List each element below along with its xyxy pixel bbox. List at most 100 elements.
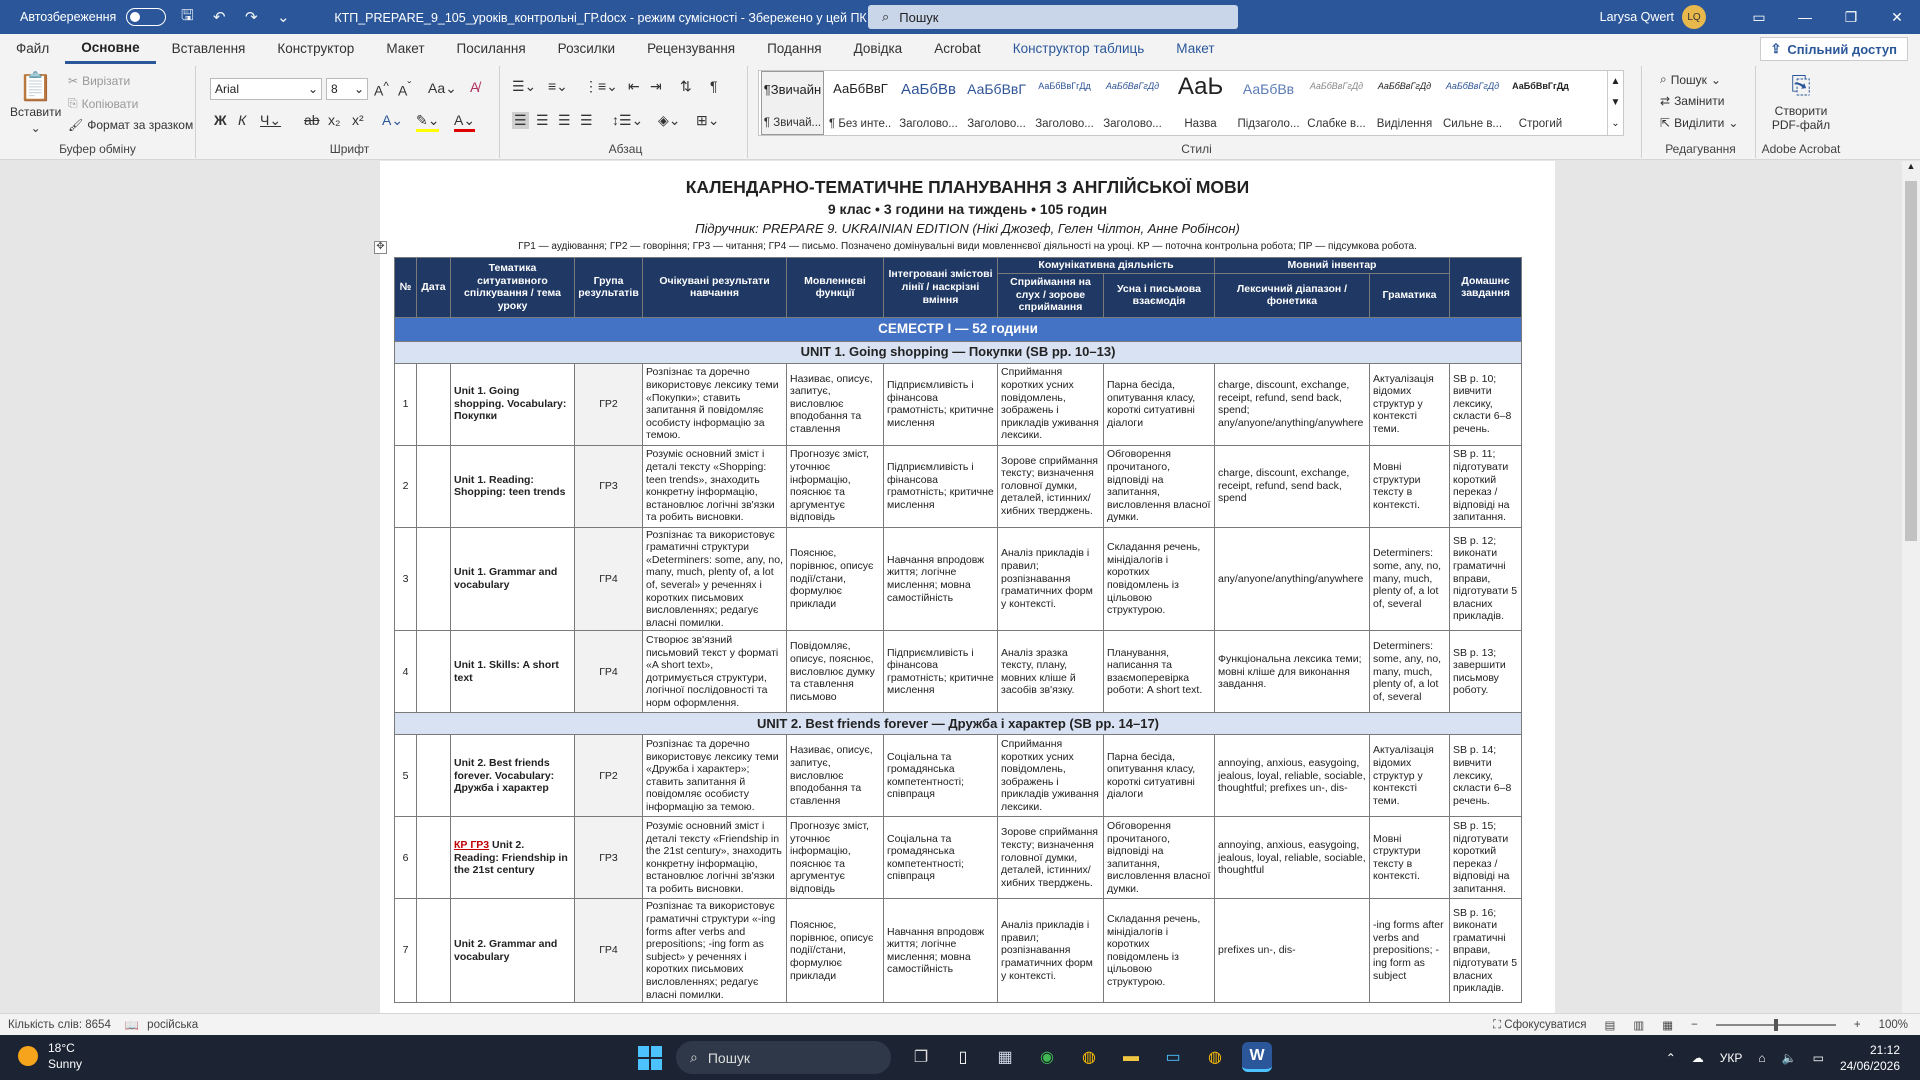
cell-date[interactable] bbox=[416, 362, 451, 446]
cell-outcomes[interactable]: Створює зв'язний письмовий текст у форма… bbox=[642, 630, 787, 714]
tab-layout[interactable]: Макет bbox=[370, 34, 440, 64]
cell-homework[interactable]: SB p. 13; завершити письмову роботу. bbox=[1449, 630, 1522, 714]
cell-date[interactable] bbox=[416, 734, 451, 818]
network-icon[interactable]: ⌂ bbox=[1758, 1051, 1765, 1065]
user-name[interactable]: Larysa Qwert bbox=[1600, 10, 1674, 24]
notepad-icon[interactable]: ▯ bbox=[948, 1042, 978, 1072]
cell-no[interactable]: 1 bbox=[394, 362, 417, 446]
sort-icon[interactable]: ⇅ bbox=[680, 78, 692, 95]
cell-listening[interactable]: Аналіз прикладів і правил; розпізнавання… bbox=[997, 526, 1104, 632]
font-family-select[interactable]: Arial ⌄ bbox=[210, 78, 322, 100]
print-layout-icon[interactable]: ▥ bbox=[1633, 1018, 1644, 1032]
style-emphasis[interactable]: АаБбВвГгДд Виділення bbox=[1373, 71, 1436, 135]
minimize-icon[interactable]: — bbox=[1782, 9, 1828, 25]
maps-icon[interactable]: ◉ bbox=[1032, 1042, 1062, 1072]
create-pdf-button[interactable]: ⎘ Створити PDF-файл bbox=[1766, 72, 1836, 132]
clock[interactable]: 21:12 24/06/2026 bbox=[1840, 1042, 1900, 1074]
cell-lexis[interactable]: annoying, anxious, easygoing, jealous, l… bbox=[1214, 734, 1370, 818]
weather-widget[interactable]: 18°C Sunny bbox=[18, 1040, 82, 1072]
decrease-indent-icon[interactable]: ⇤ bbox=[628, 78, 640, 95]
tab-acrobat[interactable]: Acrobat bbox=[918, 34, 997, 64]
cell-homework[interactable]: SB p. 12; виконати граматичні вправи, пі… bbox=[1449, 526, 1522, 632]
vertical-scrollbar[interactable]: ▲ bbox=[1902, 161, 1920, 1013]
cell-grammar[interactable]: -ing forms after verbs and prepositions;… bbox=[1369, 898, 1450, 1004]
cell-homework[interactable]: SB p. 16; виконати граматичні вправи, пі… bbox=[1449, 898, 1522, 1004]
tab-table-layout[interactable]: Макет bbox=[1160, 34, 1230, 64]
cell-homework[interactable]: SB p. 15; підготувати короткий переказ /… bbox=[1449, 816, 1522, 900]
cell-no[interactable]: 2 bbox=[394, 444, 417, 528]
cell-listening[interactable]: Зорове сприймання тексту; визначення гол… bbox=[997, 444, 1104, 528]
paste-button[interactable]: 📋 Вставити ⌄ bbox=[10, 70, 61, 135]
cell-lexis[interactable]: annoying, anxious, easygoing, jealous, l… bbox=[1214, 816, 1370, 900]
cell-topic[interactable]: Unit 2. Grammar and vocabulary bbox=[450, 898, 575, 1004]
style-subtitle[interactable]: АаБбВв Підзаголо... bbox=[1237, 71, 1300, 135]
tab-references[interactable]: Посилання bbox=[441, 34, 542, 64]
cell-homework[interactable]: SB p. 10; вивчити лексику, скласти 6–8 р… bbox=[1449, 362, 1522, 446]
cell-oral[interactable]: Парна бесіда, опитування класу, короткі … bbox=[1103, 734, 1215, 818]
cell-lexis[interactable]: Функціональна лексика теми; мовні кліше … bbox=[1214, 630, 1370, 714]
tab-help[interactable]: Довідка bbox=[838, 34, 919, 64]
cell-topic[interactable]: Unit 1. Grammar and vocabulary bbox=[450, 526, 575, 632]
cell-grammar[interactable]: Актуалізація відомих структур у контекст… bbox=[1369, 734, 1450, 818]
cell-listening[interactable]: Аналіз прикладів і правил; розпізнавання… bbox=[997, 898, 1104, 1004]
shading-icon[interactable]: ◈⌄ bbox=[658, 112, 681, 129]
cell-lexis[interactable]: any/anyone/anything/anywhere bbox=[1214, 526, 1370, 632]
zoom-slider[interactable] bbox=[1715, 1019, 1836, 1031]
save-icon[interactable]: 🖫 bbox=[176, 5, 198, 30]
cell-functions[interactable]: Повідомляє, описує, пояснює, висловлює д… bbox=[786, 630, 884, 714]
align-center-icon[interactable]: ☰ bbox=[536, 112, 549, 129]
word-app-icon[interactable]: W bbox=[1242, 1042, 1272, 1072]
font-size-select[interactable]: 8 ⌄ bbox=[326, 78, 368, 100]
cell-listening[interactable]: Сприймання коротких усних повідомлень, з… bbox=[997, 734, 1104, 818]
style-heading-1[interactable]: АаБбВв Заголово... bbox=[897, 71, 960, 135]
bold-icon[interactable]: Ж bbox=[214, 112, 227, 128]
cell-functions[interactable]: Прогнозує зміст, уточнює інформацію, поя… bbox=[786, 444, 884, 528]
volume-icon[interactable]: 🔈 bbox=[1782, 1051, 1797, 1065]
cell-group[interactable]: ГР3 bbox=[574, 816, 643, 900]
align-left-icon[interactable]: ☰ bbox=[512, 112, 529, 129]
avatar[interactable]: LQ bbox=[1682, 5, 1706, 29]
increase-indent-icon[interactable]: ⇥ bbox=[650, 78, 662, 95]
cell-group[interactable]: ГР4 bbox=[574, 630, 643, 714]
chrome-profile-icon[interactable]: ◍ bbox=[1200, 1042, 1230, 1072]
cell-topic[interactable]: КР ГР3 Unit 2. Reading: Friendship in th… bbox=[450, 816, 575, 900]
cell-topic[interactable]: Unit 2. Best friends forever. Vocabulary… bbox=[450, 734, 575, 818]
copy-button[interactable]: ⎘ Копіювати bbox=[68, 96, 138, 111]
web-layout-icon[interactable]: ▦ bbox=[1662, 1018, 1673, 1032]
tab-insert[interactable]: Вставлення bbox=[156, 34, 262, 64]
cell-lexis[interactable]: charge, discount, exchange, receipt, ref… bbox=[1214, 362, 1370, 446]
chrome-icon[interactable]: ◍ bbox=[1074, 1042, 1104, 1072]
style-intense-emphasis[interactable]: АаБбВвГгДд Сильне в... bbox=[1441, 71, 1504, 135]
cell-outcomes[interactable]: Розпізнає та доречно використовує лексик… bbox=[642, 362, 787, 446]
styles-scroll[interactable]: ▲ ▼ ⌄ bbox=[1607, 71, 1623, 135]
ribbon-display-icon[interactable]: ▭ bbox=[1736, 9, 1782, 26]
proofing-icon[interactable]: 📖 bbox=[125, 1018, 139, 1032]
cell-group[interactable]: ГР2 bbox=[574, 734, 643, 818]
task-view-icon[interactable]: ❐ bbox=[906, 1042, 936, 1072]
cell-homework[interactable]: SB p. 14; вивчити лексику, скласти 6–8 р… bbox=[1449, 734, 1522, 818]
cell-integrated[interactable]: Навчання впродовж життя; логічне мисленн… bbox=[883, 526, 998, 632]
tab-file[interactable]: Файл bbox=[0, 34, 65, 64]
cell-grammar[interactable]: Determiners: some, any, no, many, much, … bbox=[1369, 526, 1450, 632]
cell-functions[interactable]: Пояснює, порівнює, описує події/стани, ф… bbox=[786, 526, 884, 632]
cell-functions[interactable]: Називає, описує, запитує, висловлює впод… bbox=[786, 734, 884, 818]
zoom-out-icon[interactable]: − bbox=[1691, 1019, 1698, 1031]
subscript-icon[interactable]: x₂ bbox=[328, 112, 340, 128]
cell-no[interactable]: 5 bbox=[394, 734, 417, 818]
tab-design[interactable]: Конструктор bbox=[261, 34, 370, 64]
file-explorer-icon[interactable]: ▬ bbox=[1116, 1042, 1146, 1072]
change-case-icon[interactable]: Aa⌄ bbox=[428, 80, 457, 97]
style-no-spacing[interactable]: АаБбВвГ ¶ Без инте... bbox=[829, 71, 892, 135]
document-title[interactable]: КТП_PREPARE_9_105_уроків_контрольні_ГР.d… bbox=[334, 10, 880, 25]
close-icon[interactable]: ✕ bbox=[1874, 9, 1920, 26]
cell-date[interactable] bbox=[416, 816, 451, 900]
cell-grammar[interactable]: Мовні структури тексту в контексті. bbox=[1369, 444, 1450, 528]
cell-functions[interactable]: Прогнозує зміст, уточнює інформацію, поя… bbox=[786, 816, 884, 900]
cloud-icon[interactable]: ☁ bbox=[1692, 1051, 1704, 1065]
cell-lexis[interactable]: charge, discount, exchange, receipt, ref… bbox=[1214, 444, 1370, 528]
zoom-in-icon[interactable]: + bbox=[1854, 1019, 1861, 1031]
replace-button[interactable]: ⇄ Замінити bbox=[1660, 94, 1724, 108]
chevron-up-icon[interactable]: ⌃ bbox=[1666, 1051, 1676, 1065]
language-status[interactable]: російська bbox=[147, 1019, 198, 1031]
share-button[interactable]: ⇪ Спільний доступ bbox=[1759, 37, 1908, 61]
